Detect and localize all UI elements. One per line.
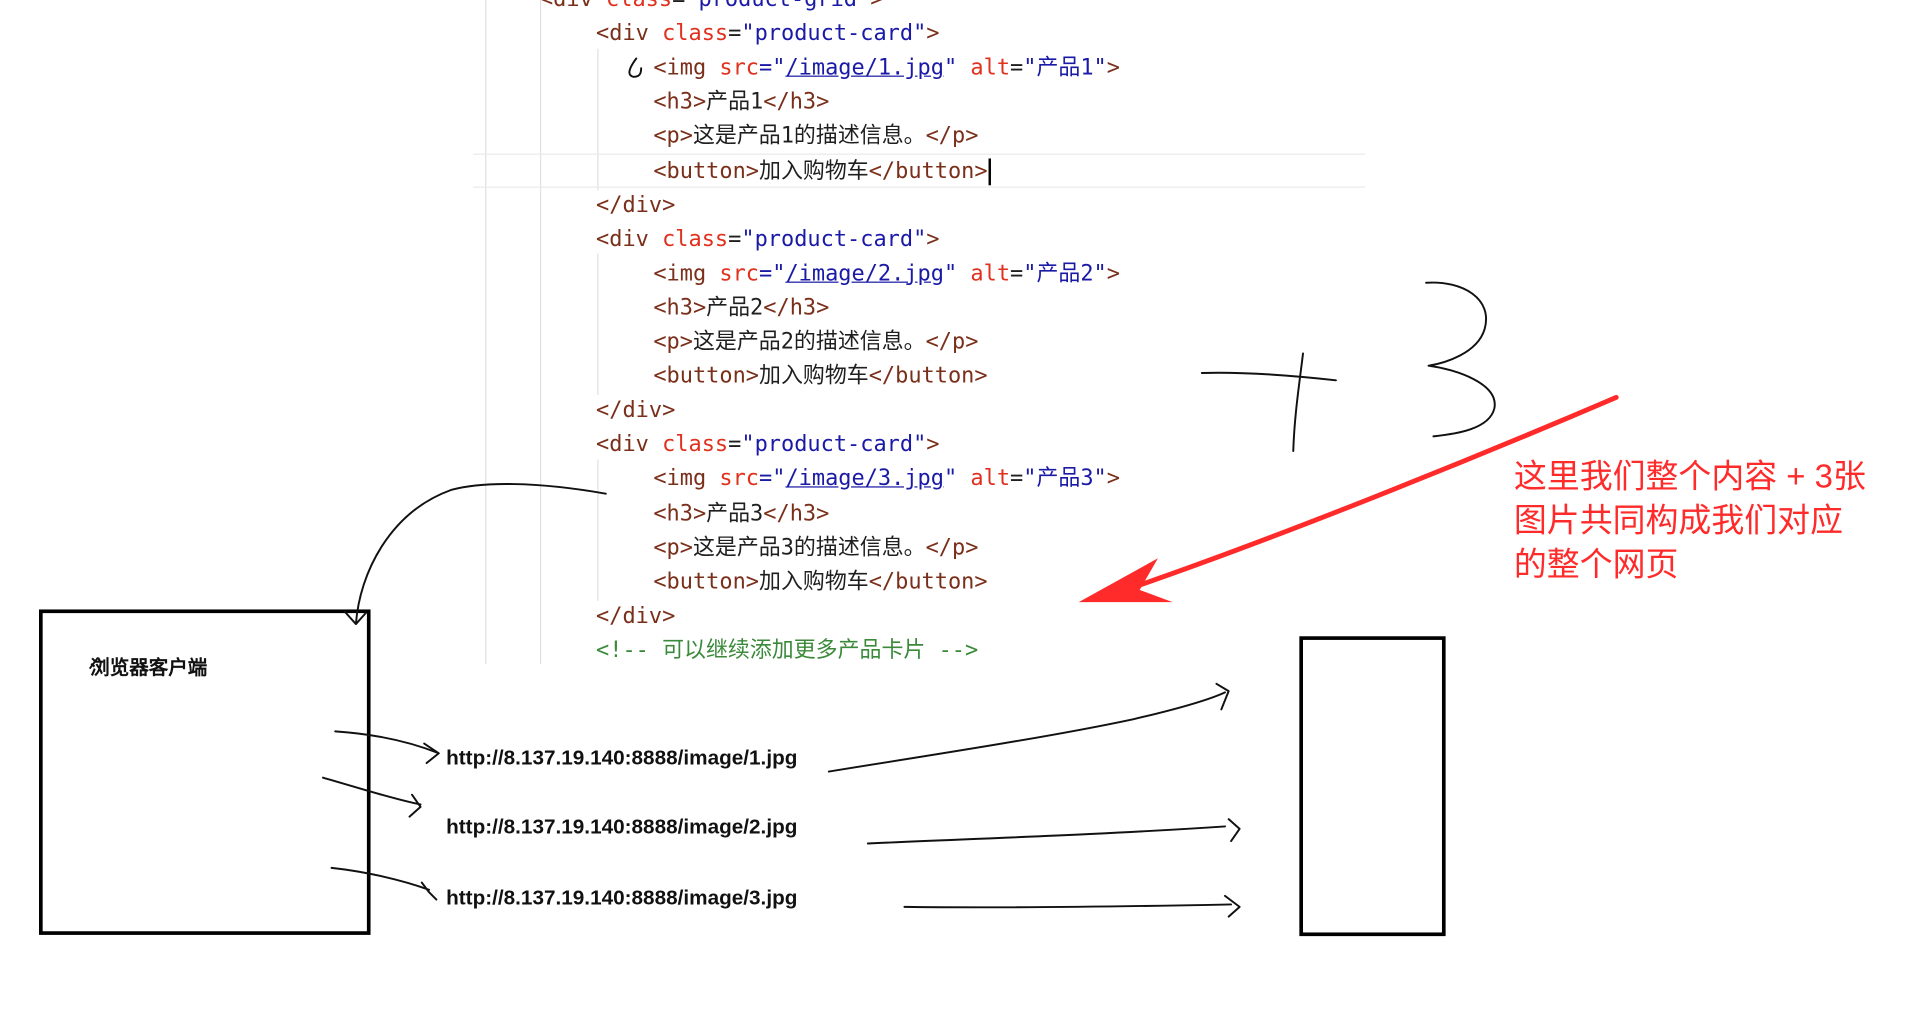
- cursor-mark: [628, 57, 643, 78]
- handwritten-plus-three: [1200, 281, 1496, 452]
- server-arrow-1: [827, 682, 1230, 773]
- server-arrow-2: [866, 818, 1241, 845]
- plus-vertical-stroke: [1292, 352, 1304, 452]
- request-arrow-2: [322, 776, 422, 818]
- red-pointer-arrow: [1078, 394, 1619, 603]
- handwritten-annotations: [89, 57, 1619, 918]
- plus-horizontal-stroke: [1200, 371, 1337, 382]
- code-to-client-curve: [343, 483, 607, 626]
- server-arrow-3: [903, 894, 1241, 918]
- diagram-stage: <div class="product-grid"><div class="pr…: [0, 0, 1910, 1024]
- request-arrow-1: [334, 730, 440, 765]
- pen-mark: [89, 657, 99, 669]
- request-arrow-3: [330, 866, 438, 901]
- three-digit-stroke: [1425, 281, 1496, 438]
